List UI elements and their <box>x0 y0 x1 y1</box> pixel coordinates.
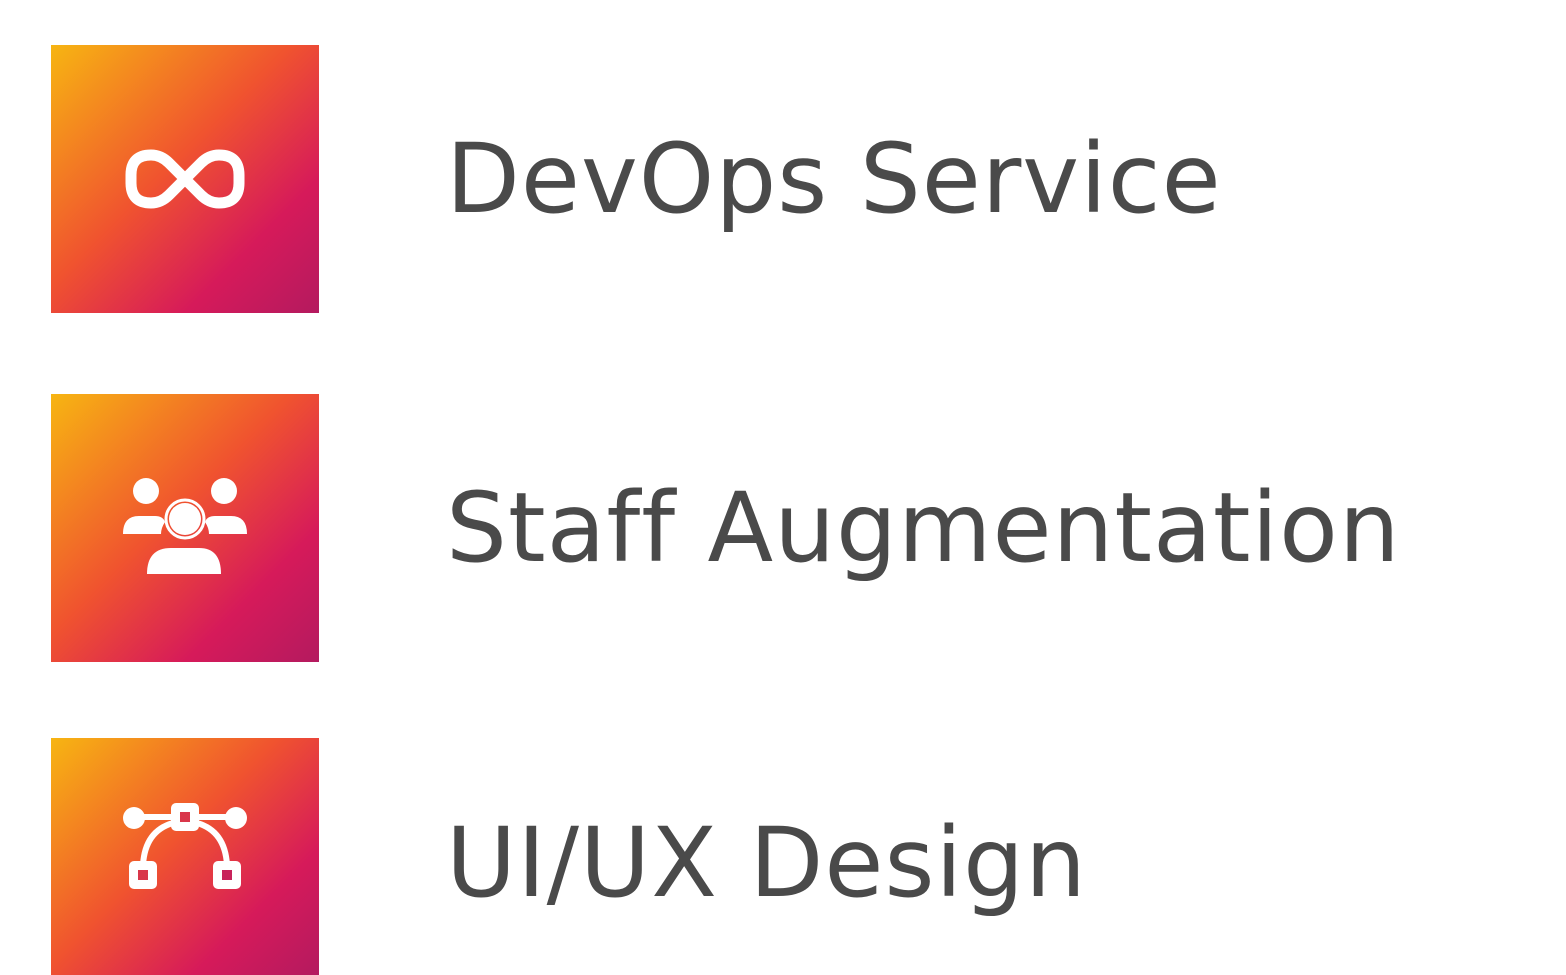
staff-tile <box>51 394 319 662</box>
uiux-tile <box>51 738 319 975</box>
infinity-icon <box>125 149 245 209</box>
service-devops[interactable]: DevOps Service <box>51 45 1222 313</box>
service-label: DevOps Service <box>446 123 1222 235</box>
team-icon <box>123 478 247 574</box>
service-label: Staff Augmentation <box>446 472 1401 584</box>
service-label: UI/UX Design <box>446 806 1087 919</box>
vector-pen-icon <box>123 802 247 889</box>
devops-tile <box>51 45 319 313</box>
service-staff-augmentation[interactable]: Staff Augmentation <box>51 394 1401 662</box>
service-uiux-design[interactable]: UI/UX Design <box>51 738 1087 975</box>
